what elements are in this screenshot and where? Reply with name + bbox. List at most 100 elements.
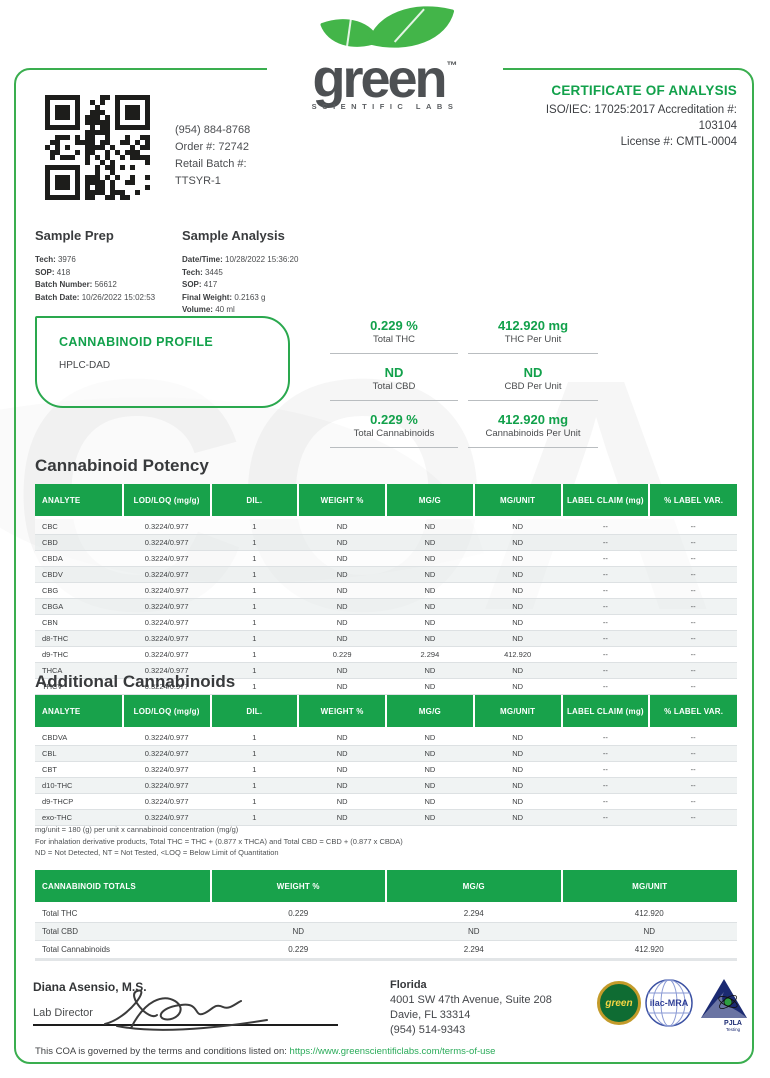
table-cell: CBD <box>35 535 123 551</box>
table-cell: -- <box>562 729 650 746</box>
table-cell: -- <box>562 647 650 663</box>
terms-link[interactable]: https://www.greenscientificlabs.com/term… <box>290 1046 496 1057</box>
summary-label: Total Cannabinoids <box>330 428 458 440</box>
pjla-testing-badge-icon: PJLA Testing <box>697 978 749 1032</box>
table-cell: -- <box>562 599 650 615</box>
table-row: CBD0.3224/0.9771NDNDND---- <box>35 535 737 551</box>
totals-table-header: CANNABINOID TOTALSWEIGHT %MG/GMG/UNIT <box>35 870 737 904</box>
divider <box>330 447 458 448</box>
table-cell: CBC <box>35 518 123 535</box>
field-label: SOP: <box>182 280 202 289</box>
column-header: MG/UNIT <box>474 484 562 518</box>
table-cell: ND <box>298 778 386 794</box>
sample-field: Final Weight: 0.2163 g <box>182 292 329 305</box>
summary-cell: NDCBD Per Unit <box>468 365 598 401</box>
sample-field: Tech: 3976 <box>35 254 182 267</box>
table-cell: ND <box>474 762 562 778</box>
table-cell: 0.229 <box>211 904 387 923</box>
table-cell: -- <box>562 746 650 762</box>
table-cell: ND <box>474 551 562 567</box>
table-cell: -- <box>649 567 737 583</box>
table-cell: ND <box>562 923 738 941</box>
divider <box>468 400 598 401</box>
table-cell: -- <box>562 663 650 679</box>
summary-cell: 0.229 %Total THC <box>330 318 458 354</box>
sample-id-section: (954) 884-8768 Order #: 72742 Retail Bat… <box>45 95 250 200</box>
table-cell: 1 <box>211 631 299 647</box>
table-row: CBDVA0.3224/0.9771NDNDND---- <box>35 729 737 746</box>
table-cell: ND <box>298 518 386 535</box>
field-label: Tech: <box>182 268 203 277</box>
table-cell: ND <box>386 535 474 551</box>
table-cell: ND <box>474 679 562 695</box>
summary-label: Total CBD <box>330 381 458 393</box>
table-cell: d8-THC <box>35 631 123 647</box>
table-cell: ND <box>386 567 474 583</box>
signature <box>95 982 285 1037</box>
table-cell: ND <box>386 746 474 762</box>
terms-line: This COA is governed by the terms and co… <box>35 1046 495 1057</box>
table-cell: -- <box>562 583 650 599</box>
lab-location-block: Florida 4001 SW 47th Avenue, Suite 208 D… <box>390 978 552 1038</box>
table-cell: -- <box>649 518 737 535</box>
logo-leaves-icon <box>295 6 475 50</box>
totals-table: CANNABINOID TOTALSWEIGHT %MG/GMG/UNIT To… <box>35 870 737 961</box>
table-cell: ND <box>386 794 474 810</box>
table-cell: Total CBD <box>35 923 211 941</box>
table-cell: -- <box>562 810 650 826</box>
field-value: 3976 <box>58 255 76 264</box>
table-cell: -- <box>649 599 737 615</box>
field-value: 3445 <box>205 268 223 277</box>
table-cell: 0.3224/0.977 <box>123 615 211 631</box>
table-row: Total THC0.2292.294412.920 <box>35 904 737 923</box>
column-header: MG/G <box>386 870 562 904</box>
potency-table-header: ANALYTELOD/LOQ (mg/g)DIL.WEIGHT %MG/GMG/… <box>35 484 737 518</box>
accreditation-number: 103104 <box>546 118 737 134</box>
table-cell: 412.920 <box>474 647 562 663</box>
table-cell: 0.3224/0.977 <box>123 518 211 535</box>
table-cell: ND <box>298 631 386 647</box>
table-cell: -- <box>562 631 650 647</box>
table-cell: -- <box>649 810 737 826</box>
table-row: d9-THCP0.3224/0.9771NDNDND---- <box>35 794 737 810</box>
field-label: Final Weight: <box>182 293 232 302</box>
table-cell: ND <box>298 729 386 746</box>
table-cell: -- <box>649 615 737 631</box>
table-cell: Total Cannabinoids <box>35 941 211 960</box>
sample-field: SOP: 417 <box>182 279 329 292</box>
table-row: CBN0.3224/0.9771NDNDND---- <box>35 615 737 631</box>
table-cell: 1 <box>211 746 299 762</box>
additional-table-body: CBDVA0.3224/0.9771NDNDND----CBL0.3224/0.… <box>35 729 737 826</box>
table-cell: ND <box>386 663 474 679</box>
certificate-title: CERTIFICATE OF ANALYSIS <box>546 83 737 98</box>
field-label: SOP: <box>35 268 55 277</box>
table-cell: -- <box>649 535 737 551</box>
sample-analysis-section: Sample Analysis Date/Time: 10/28/2022 15… <box>182 228 329 317</box>
table-row: CBL0.3224/0.9771NDNDND---- <box>35 746 737 762</box>
badge-label: PJLA <box>724 1020 742 1027</box>
summary-value: 412.920 mg <box>468 318 598 333</box>
table-row: CBDV0.3224/0.9771NDNDND---- <box>35 567 737 583</box>
qr-code <box>45 95 150 200</box>
table-cell: 0.3224/0.977 <box>123 551 211 567</box>
green-certified-badge-icon: green <box>597 981 641 1025</box>
table-row: CBDA0.3224/0.9771NDNDND---- <box>35 551 737 567</box>
table-row: d8-THC0.3224/0.9771NDNDND---- <box>35 631 737 647</box>
table-cell: 0.3224/0.977 <box>123 794 211 810</box>
retail-batch-value: TTSYR-1 <box>175 173 250 190</box>
table-cell: -- <box>562 679 650 695</box>
order-info: (954) 884-8768 Order #: 72742 Retail Bat… <box>175 122 250 200</box>
sample-prep-section: Sample Prep Tech: 3976 SOP: 418 Batch Nu… <box>35 228 182 317</box>
table-cell: 0.3224/0.977 <box>123 567 211 583</box>
column-header: DIL. <box>211 695 299 729</box>
table-row: d10-THC0.3224/0.9771NDNDND---- <box>35 778 737 794</box>
table-cell: ND <box>386 729 474 746</box>
table-cell: ND <box>298 679 386 695</box>
table-cell: Total THC <box>35 904 211 923</box>
table-cell: ND <box>474 599 562 615</box>
column-header: LOD/LOQ (mg/g) <box>123 484 211 518</box>
table-cell: -- <box>562 615 650 631</box>
table-cell: 1 <box>211 599 299 615</box>
address-line: 4001 SW 47th Avenue, Suite 208 <box>390 993 552 1008</box>
table-cell: ND <box>386 599 474 615</box>
